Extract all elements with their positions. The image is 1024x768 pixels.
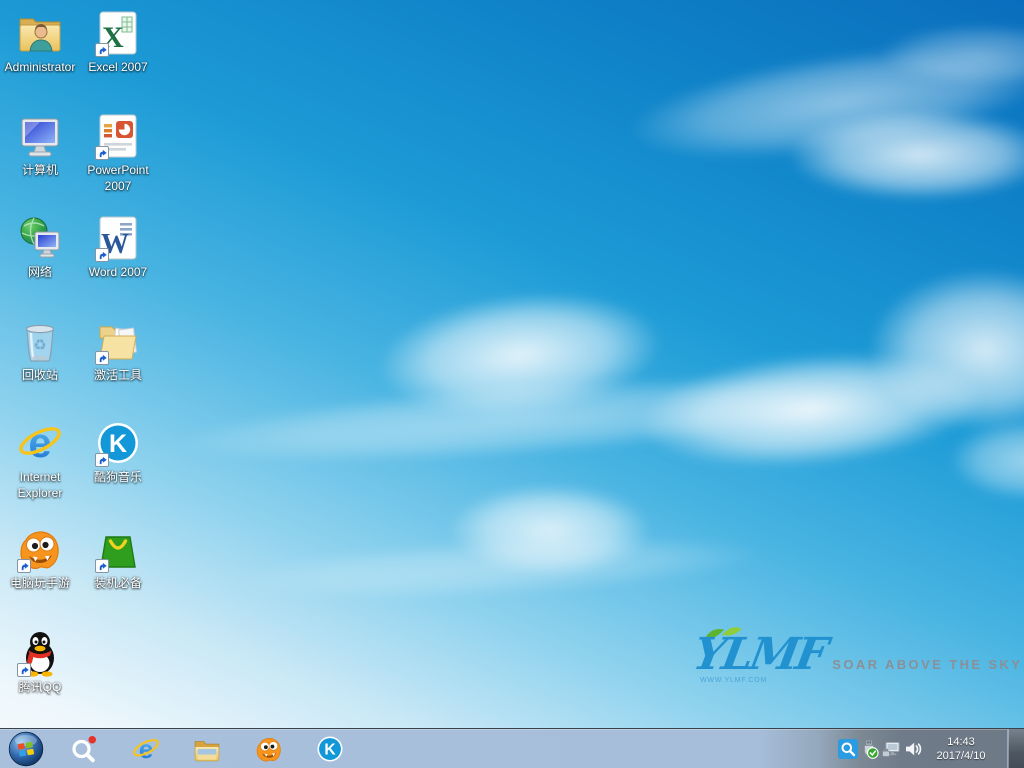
clock-time: 14:43 bbox=[947, 735, 975, 749]
volume-icon[interactable] bbox=[903, 739, 923, 759]
icon-label: PowerPoint 2007 bbox=[80, 162, 156, 194]
taskbar: 14:43 2017/4/10 bbox=[0, 728, 1024, 768]
cloud bbox=[625, 26, 1024, 179]
network-tray-icon[interactable] bbox=[881, 739, 901, 759]
internet-explorer-icon bbox=[131, 734, 161, 764]
cloud bbox=[880, 25, 1024, 85]
icon-label: 网络 bbox=[28, 264, 52, 280]
screen-magnifier-tray-icon[interactable] bbox=[838, 739, 858, 759]
game-monster-icon bbox=[254, 734, 284, 764]
cloud bbox=[790, 110, 1024, 200]
icon-label: 计算机 bbox=[22, 162, 58, 178]
cloud bbox=[239, 526, 761, 608]
desktop-icon-network[interactable]: 网络 bbox=[1, 213, 79, 280]
shortcut-arrow-icon bbox=[95, 453, 109, 467]
user-folder-icon bbox=[16, 9, 64, 57]
desktop-icon-activation-tools[interactable]: 激活工具 bbox=[79, 316, 157, 383]
explorer-folder-icon bbox=[192, 734, 222, 764]
computer-icon bbox=[16, 112, 64, 160]
internet-explorer-icon bbox=[16, 419, 64, 467]
desktop-icon-recycle-bin[interactable]: 回收站 bbox=[1, 316, 79, 383]
recycle-bin-icon bbox=[16, 317, 64, 365]
icon-label: 酷狗音乐 bbox=[94, 469, 142, 485]
desktop-icon-kugou-music[interactable]: 酷狗音乐 bbox=[79, 418, 157, 485]
cloud bbox=[178, 361, 861, 478]
shortcut-arrow-icon bbox=[95, 248, 109, 262]
ylmf-brand: YLMF WWW.YLMF.COM SOAR ABOVE THE SKY bbox=[694, 634, 1022, 676]
search-tool-button[interactable] bbox=[67, 732, 101, 766]
desktop-icon-powerpoint-2007[interactable]: PowerPoint 2007 bbox=[79, 111, 157, 194]
desktop-icon-excel-2007[interactable]: Excel 2007 bbox=[79, 8, 157, 75]
icon-label: 激活工具 bbox=[94, 367, 142, 383]
shortcut-arrow-icon bbox=[17, 663, 31, 677]
cloud bbox=[450, 485, 650, 575]
kugou-button[interactable] bbox=[313, 732, 347, 766]
clock-date: 2017/4/10 bbox=[937, 749, 986, 763]
ylmf-logo-text: YLMF bbox=[690, 634, 828, 676]
desktop-icon-essential-apps[interactable]: 装机必备 bbox=[79, 524, 157, 591]
game-center-button[interactable] bbox=[252, 732, 286, 766]
safely-remove-hardware-icon[interactable] bbox=[859, 739, 879, 759]
ylmf-url-text: WWW.YLMF.COM bbox=[700, 677, 767, 684]
shortcut-arrow-icon bbox=[17, 559, 31, 573]
icon-label: Word 2007 bbox=[89, 264, 147, 280]
desktop-icon-computer[interactable]: 计算机 bbox=[1, 111, 79, 178]
icon-label: 腾讯QQ bbox=[19, 679, 62, 695]
desktop-icon-internet-explorer[interactable]: Internet Explorer bbox=[1, 418, 79, 501]
internet-explorer-button[interactable] bbox=[129, 732, 163, 766]
desktop-icon-game-center[interactable]: 电脑玩手游 bbox=[1, 524, 79, 591]
windows-explorer-button[interactable] bbox=[190, 732, 224, 766]
cloud bbox=[374, 281, 665, 430]
start-button[interactable] bbox=[7, 730, 44, 767]
kugou-icon bbox=[315, 734, 345, 764]
shortcut-arrow-icon bbox=[95, 43, 109, 57]
icon-label: Internet Explorer bbox=[2, 469, 78, 501]
cloud bbox=[870, 270, 1024, 430]
shortcut-arrow-icon bbox=[95, 146, 109, 160]
shortcut-arrow-icon bbox=[95, 351, 109, 365]
icon-label: 装机必备 bbox=[94, 575, 142, 591]
icon-label: 回收站 bbox=[22, 367, 58, 383]
ylmf-tagline-text: SOAR ABOVE THE SKY bbox=[832, 657, 1022, 672]
icon-label: Excel 2007 bbox=[88, 59, 147, 75]
taskbar-clock[interactable]: 14:43 2017/4/10 bbox=[922, 732, 1000, 766]
magnifier-red-dot-icon bbox=[69, 734, 99, 764]
desktop-wallpaper[interactable]: YLMF WWW.YLMF.COM SOAR ABOVE THE SKY Adm… bbox=[0, 0, 1024, 768]
cloud bbox=[636, 340, 984, 479]
cloud bbox=[950, 420, 1024, 500]
shortcut-arrow-icon bbox=[95, 559, 109, 573]
windows-orb-icon bbox=[8, 731, 44, 767]
show-desktop-button[interactable] bbox=[1007, 729, 1024, 768]
icon-label: Administrator bbox=[5, 59, 76, 75]
network-icon bbox=[16, 214, 64, 262]
icon-label: 电脑玩手游 bbox=[10, 575, 70, 591]
desktop-icon-tencent-qq[interactable]: 腾讯QQ bbox=[1, 628, 79, 695]
desktop-icon-administrator[interactable]: Administrator bbox=[1, 8, 79, 75]
desktop-icon-word-2007[interactable]: Word 2007 bbox=[79, 213, 157, 280]
